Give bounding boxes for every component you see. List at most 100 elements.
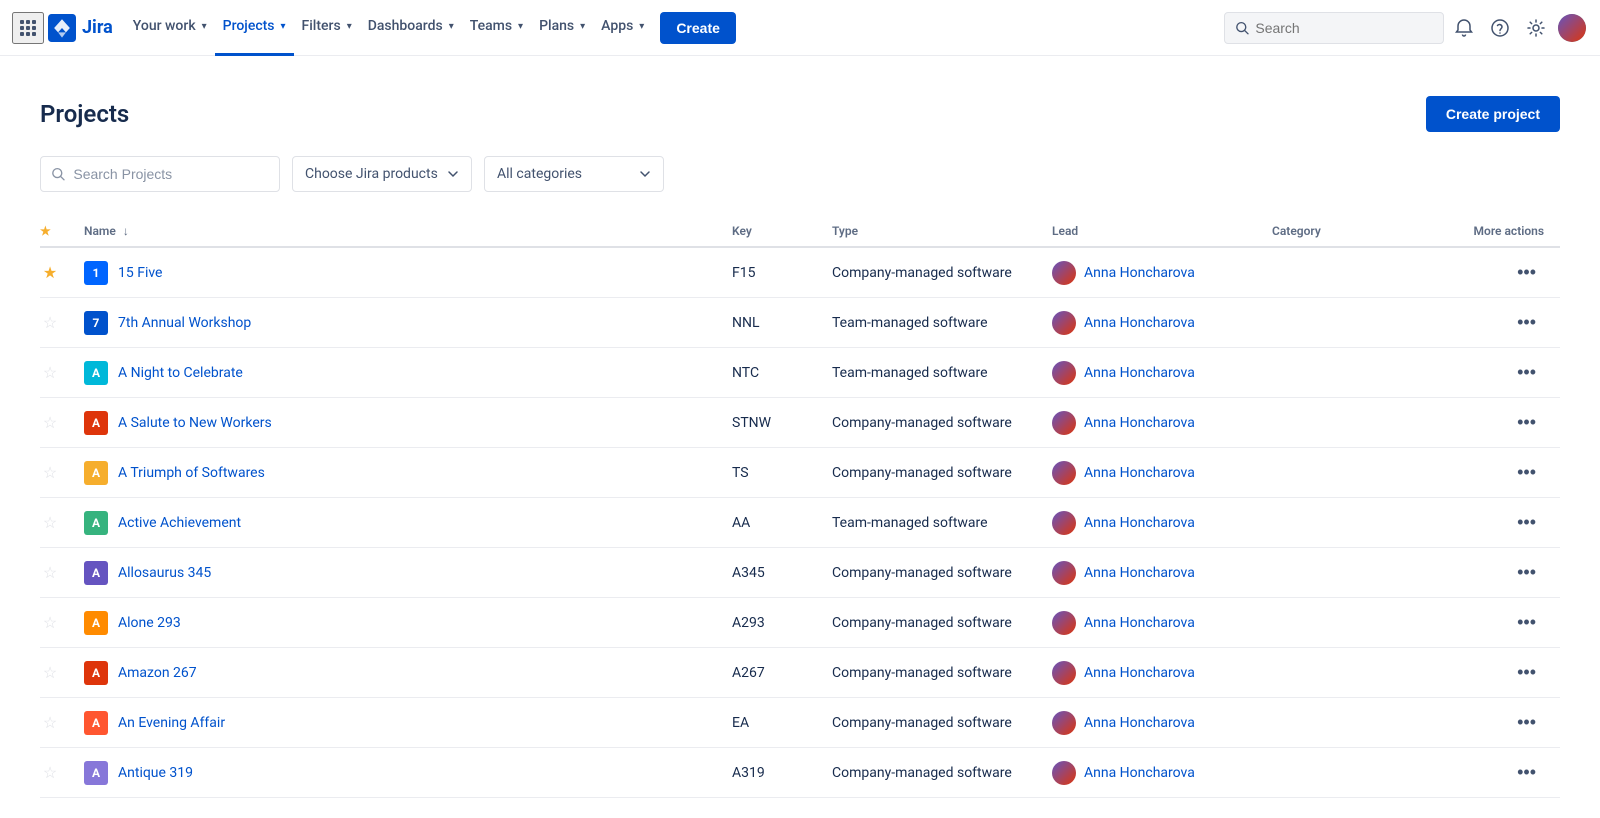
project-search-box[interactable] xyxy=(40,156,280,192)
lead-link-5[interactable]: Anna Honcharova xyxy=(1084,465,1195,481)
profile-button[interactable] xyxy=(1556,12,1588,44)
more-actions-button-4[interactable]: ••• xyxy=(1509,408,1544,437)
star-cell-3[interactable]: ☆ xyxy=(40,348,72,398)
actions-cell-4: ••• xyxy=(1440,398,1560,448)
more-actions-button-2[interactable]: ••• xyxy=(1509,308,1544,337)
project-link-6[interactable]: Active Achievement xyxy=(118,515,241,531)
lead-link-8[interactable]: Anna Honcharova xyxy=(1084,615,1195,631)
more-actions-button-6[interactable]: ••• xyxy=(1509,508,1544,537)
lead-avatar-1 xyxy=(1052,261,1076,285)
starred-col-header[interactable]: ★ xyxy=(40,216,72,247)
lead-link-7[interactable]: Anna Honcharova xyxy=(1084,565,1195,581)
project-link-2[interactable]: 7th Annual Workshop xyxy=(118,315,251,331)
more-actions-button-5[interactable]: ••• xyxy=(1509,458,1544,487)
star-icon[interactable]: ☆ xyxy=(43,413,57,432)
settings-button[interactable] xyxy=(1520,12,1552,44)
project-name-cell-3: A A Night to Celebrate xyxy=(72,348,720,398)
project-name-cell-4: A A Salute to New Workers xyxy=(72,398,720,448)
project-link-4[interactable]: A Salute to New Workers xyxy=(118,415,272,431)
star-icon[interactable]: ☆ xyxy=(43,313,57,332)
project-link-1[interactable]: 15 Five xyxy=(118,265,162,281)
jira-products-filter[interactable]: Choose Jira products xyxy=(292,156,472,192)
project-icon-5: A xyxy=(84,461,108,485)
project-link-9[interactable]: Amazon 267 xyxy=(118,665,197,681)
star-icon[interactable]: ☆ xyxy=(43,563,57,582)
lead-link-2[interactable]: Anna Honcharova xyxy=(1084,315,1195,331)
create-project-button[interactable]: Create project xyxy=(1426,96,1560,132)
search-projects-icon xyxy=(51,166,65,182)
star-cell-10[interactable]: ☆ xyxy=(40,698,72,748)
star-cell-4[interactable]: ☆ xyxy=(40,398,72,448)
more-actions-button-3[interactable]: ••• xyxy=(1509,358,1544,387)
actions-cell-9: ••• xyxy=(1440,648,1560,698)
notifications-button[interactable] xyxy=(1448,12,1480,44)
lead-avatar-7 xyxy=(1052,561,1076,585)
project-lead-6: Anna Honcharova xyxy=(1040,498,1260,548)
nav-item-projects[interactable]: Projects▾ xyxy=(215,0,294,56)
key-col-header[interactable]: Key xyxy=(720,216,820,247)
table-row: ☆ A Alone 293 A293 Company-managed softw… xyxy=(40,598,1560,648)
lead-link-10[interactable]: Anna Honcharova xyxy=(1084,715,1195,731)
create-button[interactable]: Create xyxy=(660,12,736,44)
nav-item-plans[interactable]: Plans▾ xyxy=(531,0,593,56)
nav-item-filters[interactable]: Filters▾ xyxy=(294,0,360,56)
help-icon xyxy=(1490,18,1510,38)
star-icon[interactable]: ☆ xyxy=(43,463,57,482)
star-cell-2[interactable]: ☆ xyxy=(40,298,72,348)
star-icon[interactable]: ☆ xyxy=(43,513,57,532)
table-header: ★ Name ↓ Key Type Lead xyxy=(40,216,1560,247)
actions-cell-10: ••• xyxy=(1440,698,1560,748)
nav-item-apps[interactable]: Apps▾ xyxy=(593,0,652,56)
lead-link-6[interactable]: Anna Honcharova xyxy=(1084,515,1195,531)
project-link-3[interactable]: A Night to Celebrate xyxy=(118,365,243,381)
lead-link-4[interactable]: Anna Honcharova xyxy=(1084,415,1195,431)
more-actions-button-7[interactable]: ••• xyxy=(1509,558,1544,587)
project-link-8[interactable]: Alone 293 xyxy=(118,615,181,631)
nav-item-teams[interactable]: Teams▾ xyxy=(462,0,531,56)
project-link-5[interactable]: A Triumph of Softwares xyxy=(118,465,265,481)
project-type-10: Company-managed software xyxy=(820,698,1040,748)
star-icon[interactable]: ☆ xyxy=(43,363,57,382)
lead-link-1[interactable]: Anna Honcharova xyxy=(1084,265,1195,281)
category-col-header[interactable]: Category xyxy=(1260,216,1440,247)
star-cell-6[interactable]: ☆ xyxy=(40,498,72,548)
help-button[interactable] xyxy=(1484,12,1516,44)
lead-link-3[interactable]: Anna Honcharova xyxy=(1084,365,1195,381)
search-box[interactable] xyxy=(1224,12,1444,44)
star-cell-8[interactable]: ☆ xyxy=(40,598,72,648)
project-icon-3: A xyxy=(84,361,108,385)
project-category-2 xyxy=(1260,298,1440,348)
lead-avatar-8 xyxy=(1052,611,1076,635)
type-col-header[interactable]: Type xyxy=(820,216,1040,247)
more-actions-button-10[interactable]: ••• xyxy=(1509,708,1544,737)
project-search-input[interactable] xyxy=(73,166,269,182)
project-key-7: A345 xyxy=(720,548,820,598)
project-icon-7: A xyxy=(84,561,108,585)
search-input[interactable] xyxy=(1255,20,1433,36)
nav-item-label: Projects xyxy=(223,18,275,34)
more-actions-col-header: More actions xyxy=(1440,216,1560,247)
name-col-header[interactable]: Name ↓ xyxy=(72,216,720,247)
avatar xyxy=(1558,14,1586,42)
categories-filter[interactable]: All categories xyxy=(484,156,664,192)
nav-item-dashboards[interactable]: Dashboards▾ xyxy=(360,0,462,56)
star-cell-5[interactable]: ☆ xyxy=(40,448,72,498)
lead-link-9[interactable]: Anna Honcharova xyxy=(1084,665,1195,681)
apps-grid-icon[interactable] xyxy=(12,12,44,44)
star-cell-9[interactable]: ☆ xyxy=(40,648,72,698)
more-actions-button-1[interactable]: ••• xyxy=(1509,258,1544,287)
more-actions-button-9[interactable]: ••• xyxy=(1509,658,1544,687)
nav-item-your-work[interactable]: Your work▾ xyxy=(125,0,215,56)
star-icon[interactable]: ☆ xyxy=(43,613,57,632)
project-link-10[interactable]: An Evening Affair xyxy=(118,715,225,731)
jira-logo[interactable]: Jira xyxy=(48,14,113,42)
more-actions-button-8[interactable]: ••• xyxy=(1509,608,1544,637)
star-icon[interactable]: ☆ xyxy=(43,713,57,732)
star-cell-7[interactable]: ☆ xyxy=(40,548,72,598)
star-icon[interactable]: ★ xyxy=(43,263,57,282)
star-icon[interactable]: ☆ xyxy=(43,663,57,682)
project-lead-9: Anna Honcharova xyxy=(1040,648,1260,698)
lead-col-header[interactable]: Lead xyxy=(1040,216,1260,247)
project-link-7[interactable]: Allosaurus 345 xyxy=(118,565,211,581)
star-cell-1[interactable]: ★ xyxy=(40,247,72,298)
